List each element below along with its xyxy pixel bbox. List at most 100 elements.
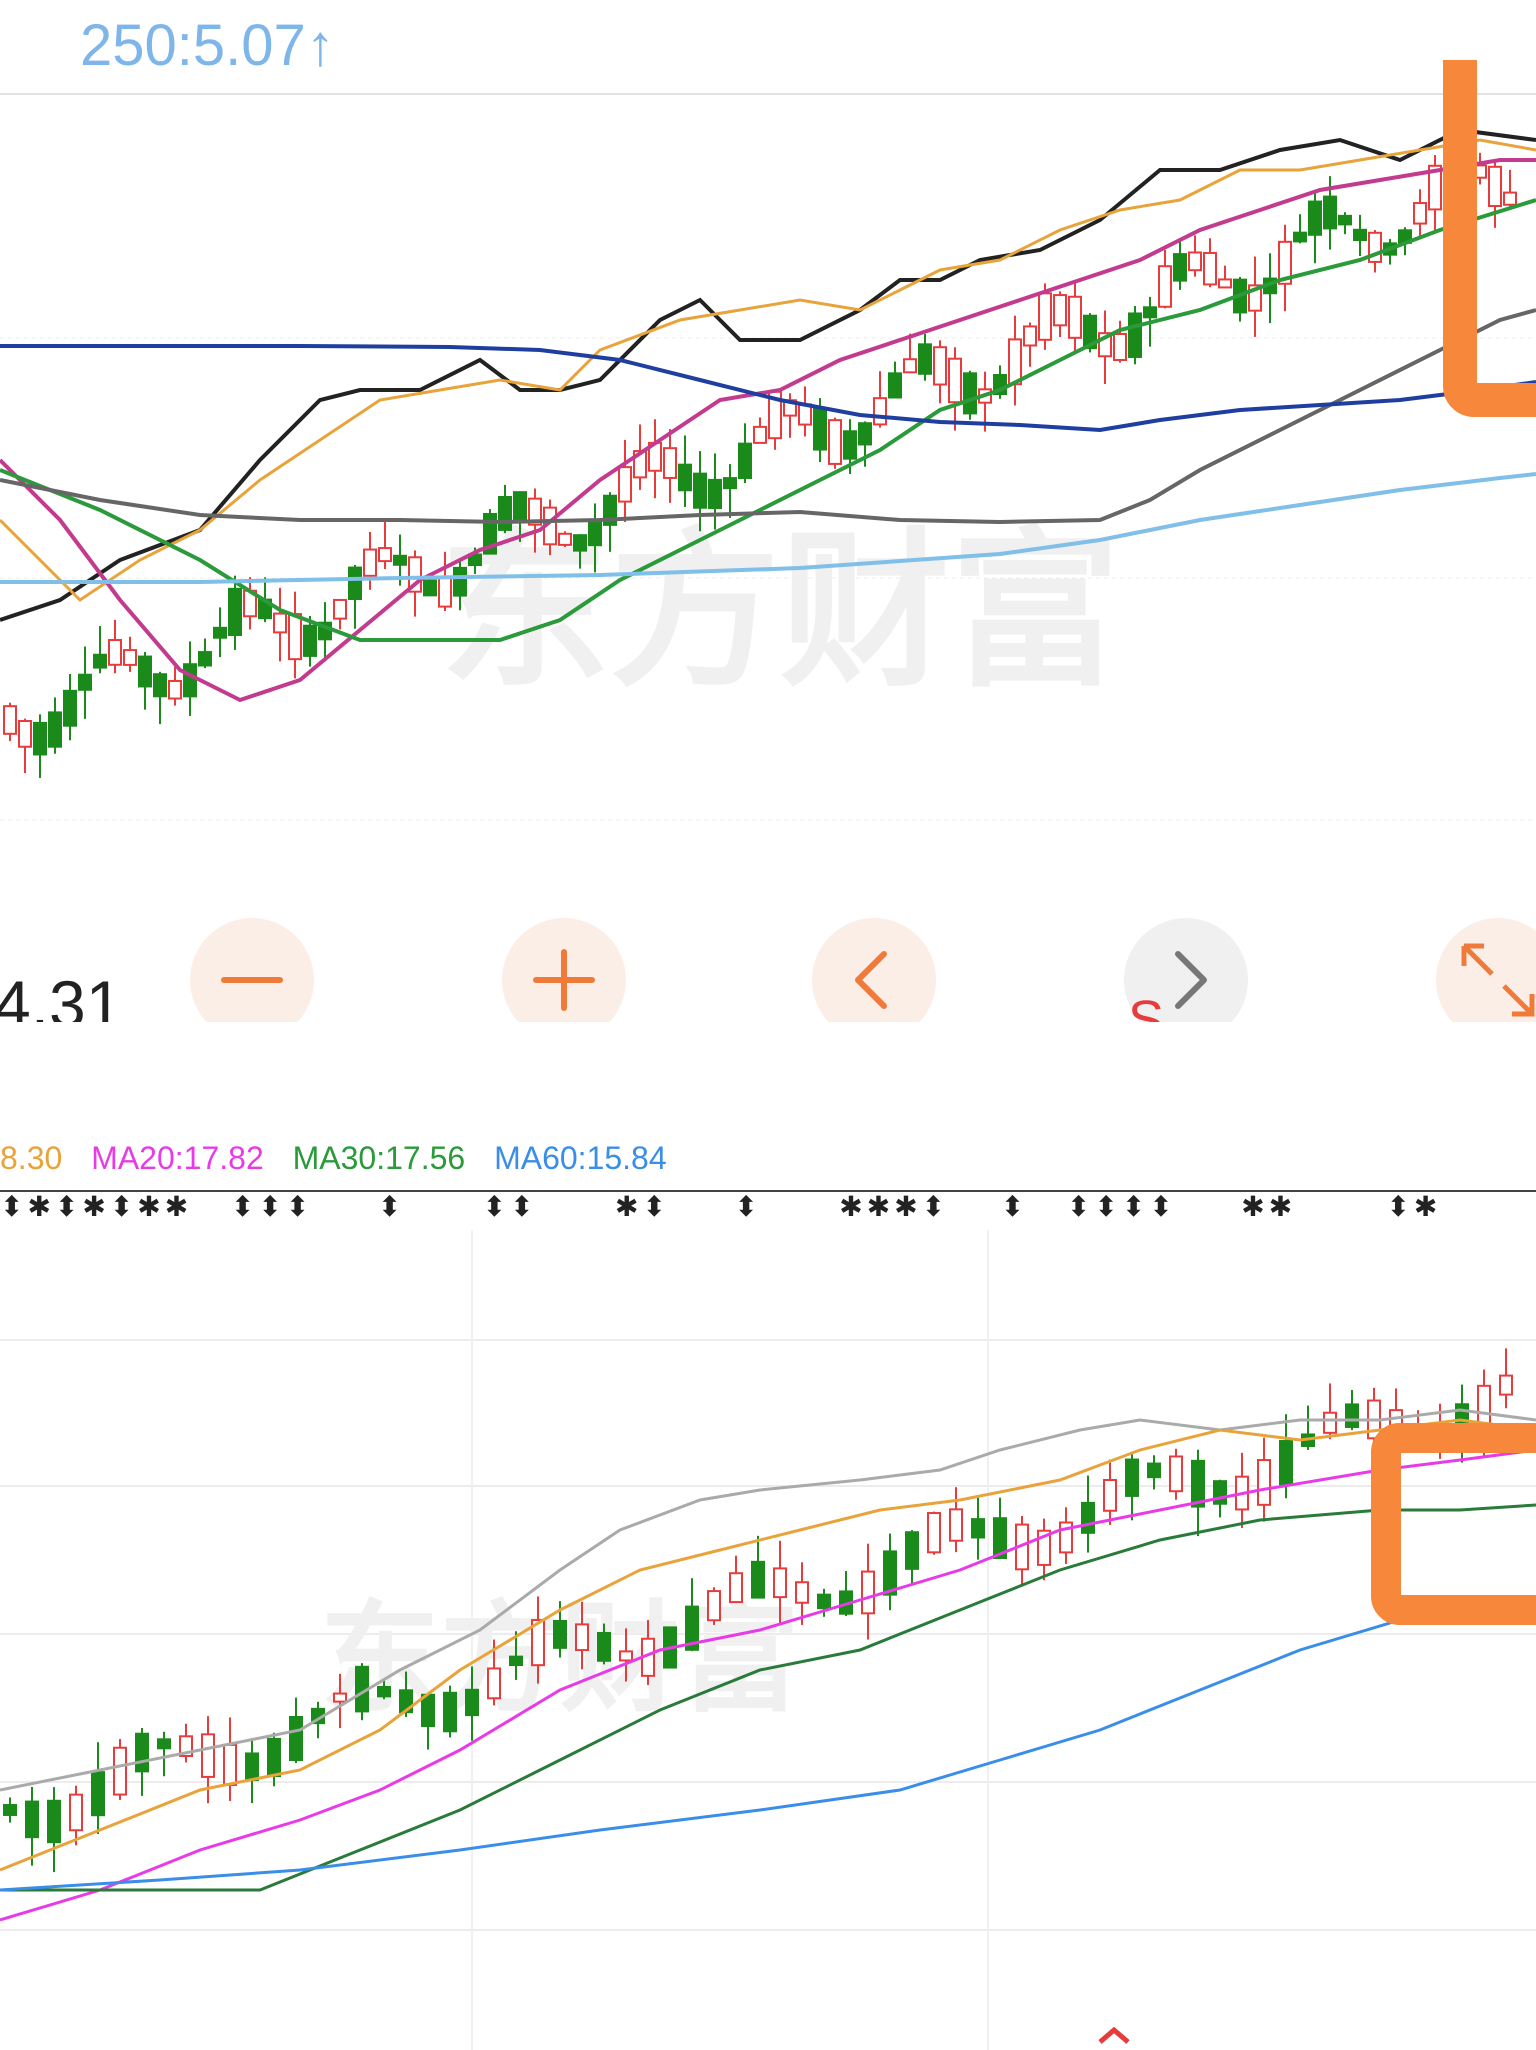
candle-body (963, 372, 977, 415)
ma30-label: MA30:17.56 (292, 1140, 466, 1176)
candle-body (1338, 214, 1352, 226)
candle-body (1128, 312, 1142, 358)
candle-body (333, 1692, 347, 1703)
candle-body (1023, 325, 1037, 347)
candle-body (773, 1567, 787, 1599)
candle-body (168, 679, 182, 700)
candle-body (1203, 251, 1217, 286)
candle-body (1103, 1478, 1117, 1512)
candle-body (1008, 338, 1022, 386)
ma-legend: 8.30 MA20:17.82 MA30:17.56 MA60:15.84 (0, 1140, 687, 1177)
candle-body (303, 624, 317, 657)
lower-candlestick-chart: 东方财富 (0, 1230, 1536, 2050)
bottom-arrow (1098, 2026, 1130, 2044)
candle-body (883, 1550, 897, 1596)
candle-body (1323, 195, 1337, 230)
candle-body (693, 472, 707, 509)
candle-body (377, 1686, 391, 1698)
candle-body (93, 653, 107, 669)
candle-body (1503, 191, 1517, 206)
candle-body (423, 579, 437, 597)
candle-body (393, 554, 407, 566)
candle-body (333, 598, 347, 620)
candle-body (443, 1691, 457, 1733)
candle-body (927, 1512, 941, 1554)
candle-body (795, 1581, 809, 1604)
candle-body (1293, 231, 1307, 243)
candle-body (729, 1572, 743, 1604)
candle-body (575, 1623, 589, 1652)
candle-body (363, 548, 377, 577)
ma60-label: MA60:15.84 (494, 1140, 667, 1176)
candle-body (1279, 1440, 1293, 1486)
upper-candlestick-chart: 东方财富 (0, 60, 1536, 821)
candle-body (1113, 333, 1127, 362)
candle-body (91, 1771, 105, 1817)
candle-body (421, 1693, 435, 1728)
candle-body (738, 442, 752, 479)
candle-body (903, 358, 917, 374)
candle-body (708, 478, 722, 509)
candle-body (1125, 1458, 1139, 1497)
candle-body (971, 1518, 985, 1539)
candle-body (905, 1531, 919, 1570)
candle-body (858, 422, 872, 446)
candle-body (513, 491, 527, 521)
candle-body (1068, 295, 1082, 339)
candle-body (843, 430, 857, 460)
candle-body (753, 425, 767, 444)
candle-body (1345, 1403, 1359, 1428)
candle-body (861, 1570, 875, 1615)
candle-body (1488, 165, 1502, 208)
ma10-label: 8.30 (0, 1140, 63, 1176)
candle-body (157, 1738, 171, 1750)
candle-body (1188, 251, 1202, 272)
candle-body (25, 1800, 39, 1839)
candle-body (751, 1560, 765, 1599)
candle-body (1353, 228, 1367, 242)
candle-body (348, 566, 362, 601)
highlight-box-upper (1443, 60, 1536, 417)
candle-body (69, 1793, 83, 1832)
candle-body (817, 1593, 831, 1610)
candle-body (1308, 200, 1322, 236)
candle-body (33, 721, 47, 756)
candle-body (213, 626, 227, 639)
candle-body (1257, 1459, 1271, 1506)
candle-body (509, 1655, 523, 1667)
candle-body (498, 495, 512, 531)
candle-body (918, 343, 932, 375)
candle-body (153, 673, 167, 698)
candle-body (288, 613, 302, 661)
candle-body (138, 655, 152, 688)
candle-body (707, 1590, 721, 1622)
candle-body (438, 576, 452, 608)
candle-body (201, 1733, 215, 1778)
candle-body (198, 651, 212, 667)
candle-body (553, 1619, 567, 1649)
candle-body (949, 1508, 963, 1542)
candle-body (1191, 1459, 1205, 1508)
candle-body (487, 1667, 501, 1700)
candle-body (619, 1650, 633, 1662)
candle-body (1143, 306, 1157, 319)
candle-body (618, 466, 632, 503)
candle-body (228, 587, 242, 637)
candle-body (1413, 202, 1427, 225)
candle-body (933, 346, 947, 386)
candle-body (723, 477, 737, 490)
highlight-box-lower (1371, 1423, 1536, 1625)
candle-body (113, 1746, 127, 1796)
candle-body (123, 649, 137, 666)
candle-body (78, 673, 92, 691)
candle-body (453, 566, 467, 597)
candle-body (183, 663, 197, 698)
candle-body (828, 419, 842, 465)
candle-body (588, 518, 602, 547)
candle-body (18, 720, 32, 748)
candle-body (678, 463, 692, 492)
ma20-label: MA20:17.82 (91, 1140, 264, 1176)
candle-body (378, 547, 392, 563)
candle-body (1499, 1374, 1513, 1396)
candle-body (813, 407, 827, 451)
